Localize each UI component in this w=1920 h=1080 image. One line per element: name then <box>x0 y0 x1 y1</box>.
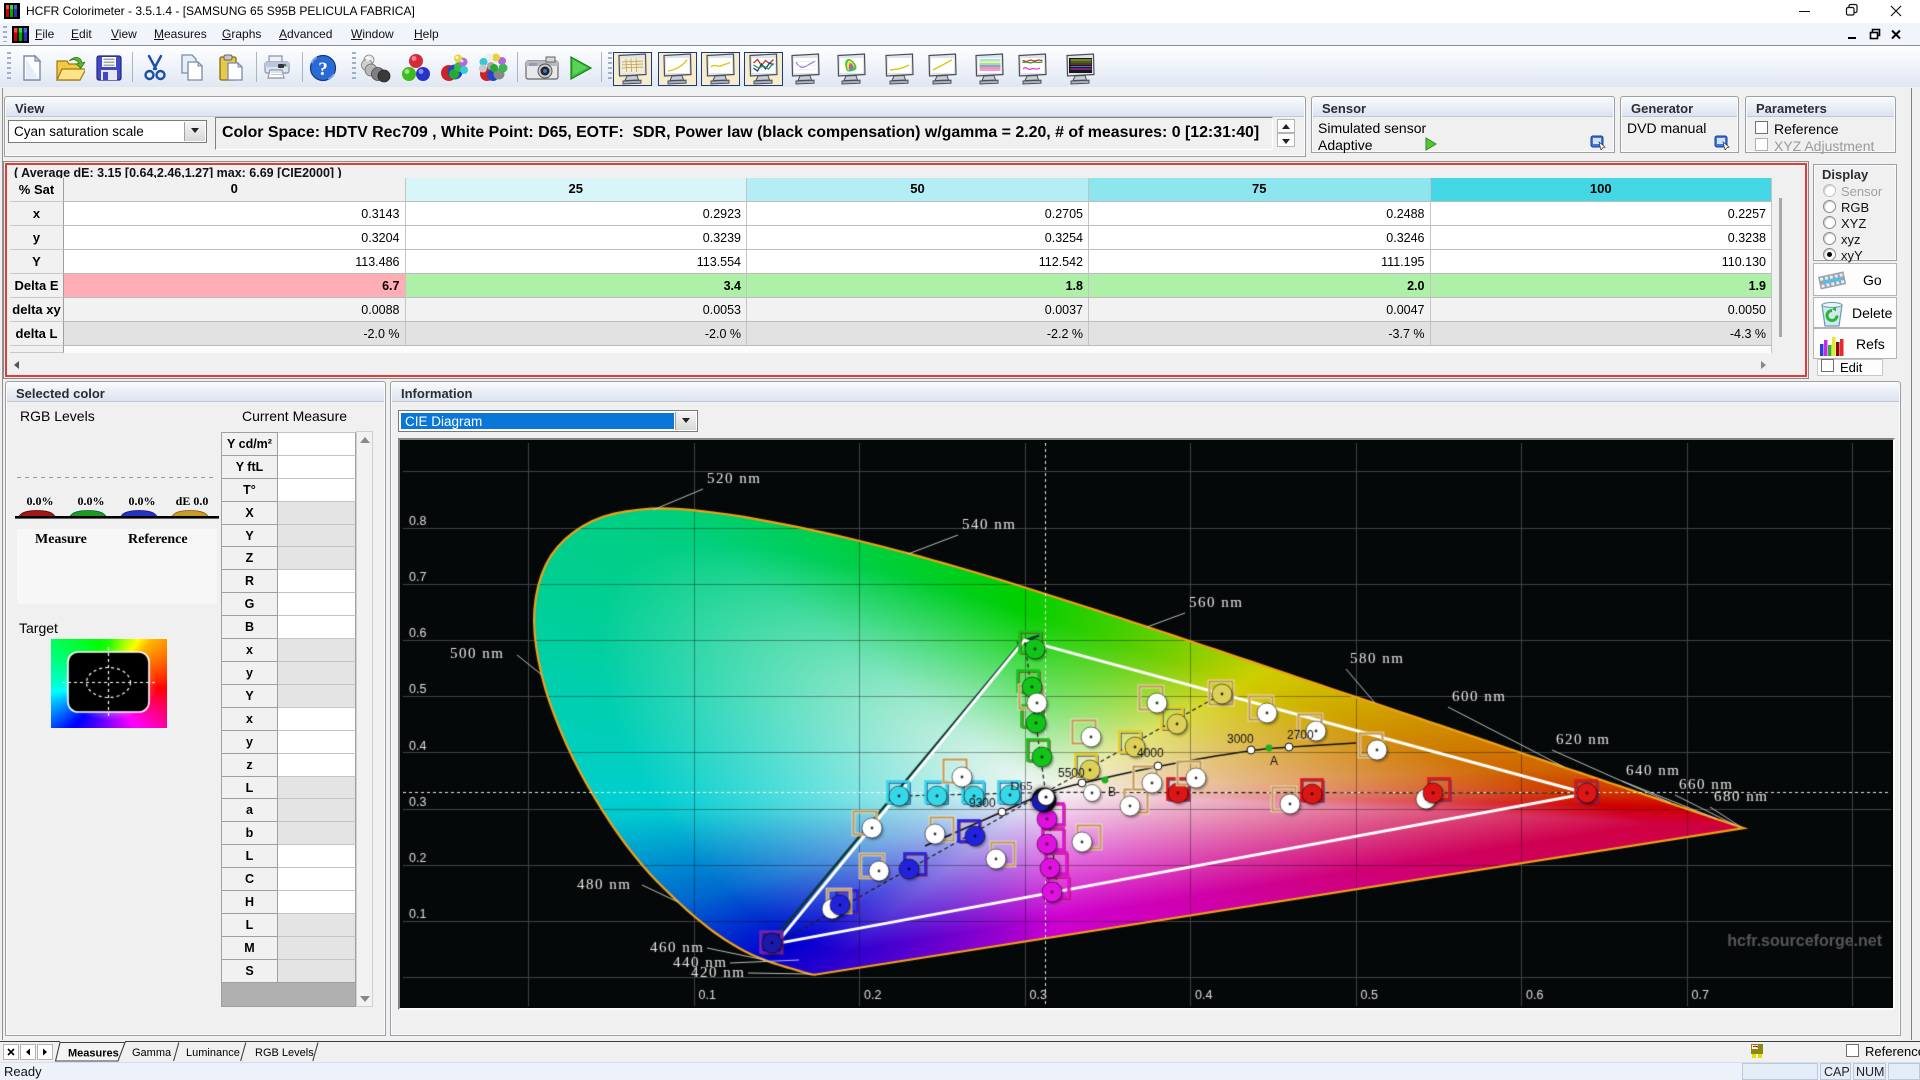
svg-text:Luminance: Luminance <box>186 1047 240 1059</box>
svg-text:?: ? <box>318 59 328 80</box>
svg-text:RGB Levels: RGB Levels <box>255 1047 314 1059</box>
svg-text:Measures: Measures <box>68 1048 119 1060</box>
svg-text:Gamma: Gamma <box>132 1047 172 1059</box>
